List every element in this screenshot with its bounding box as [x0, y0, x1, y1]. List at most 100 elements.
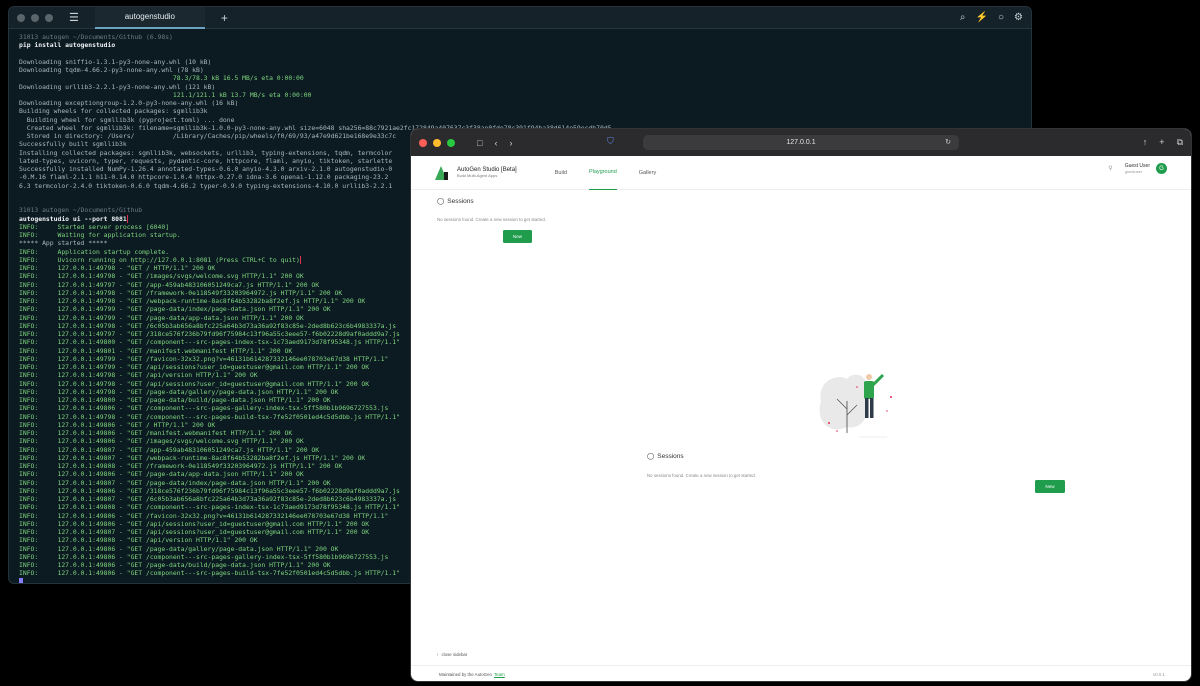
terminal-line-text: Building wheel for sgmllib3k (pyproject.…: [19, 115, 235, 124]
footer-team-link[interactable]: Team: [494, 672, 505, 677]
close-window-button[interactable]: [17, 13, 25, 22]
chevron-left-icon: ‹: [437, 652, 439, 657]
terminal-line-text: INFO: 127.0.0.1:49798 - "GET /page-data/…: [19, 387, 339, 396]
sidebar-empty-text: No sessions found. Create a new session …: [437, 217, 546, 222]
terminal-line-text: Successfully built sgmllib3k: [19, 140, 127, 149]
reload-icon[interactable]: ↻: [945, 138, 951, 146]
share-icon[interactable]: ↑: [1143, 137, 1148, 148]
minimize-window-button[interactable]: [433, 138, 441, 147]
address-bar[interactable]: 127.0.0.1: [643, 135, 959, 150]
close-sidebar-button[interactable]: ‹ close sidebar: [437, 652, 467, 657]
terminal-line: Downloading urllib3-2.2.1-py3-none-any.w…: [19, 83, 1021, 91]
chat-icon: ◯: [437, 198, 445, 205]
maximize-window-button[interactable]: [45, 13, 53, 22]
terminal-line: 121.1/121.1 kB 13.7 MB/s eta 0:00:00: [19, 91, 1021, 99]
nav-build[interactable]: Build: [555, 156, 567, 190]
terminal-line-text: INFO: 127.0.0.1:49806 - "GET /page-data/…: [19, 561, 331, 569]
user-email: guestuser: [1124, 169, 1143, 174]
terminal-line-text: INFO: 127.0.0.1:49797 - "GET /app-459ab4…: [19, 280, 320, 289]
terminal-line-text: Downloading tqdm-4.66.2-py3-none-any.whl…: [19, 66, 204, 74]
sidebar-toggle-icon[interactable]: □: [477, 138, 482, 148]
terminal-line-text: Downloading urllib3-2.2.1-py3-none-any.w…: [19, 82, 216, 91]
nav-gallery[interactable]: Gallery: [639, 156, 656, 190]
brand: AutoGen Studio [Beta] Build Multi-Agent …: [457, 167, 517, 178]
bulb-icon[interactable]: ○: [998, 12, 1004, 23]
terminal-line-text: INFO: Application startup complete.: [19, 247, 170, 256]
gear-icon[interactable]: ⚙: [1014, 12, 1023, 23]
terminal-tab[interactable]: autogenstudio: [94, 7, 205, 29]
terminal-line-text: 31013 autogen ~/Documents/Github: [19, 206, 143, 215]
main-new-session-button[interactable]: New: [1035, 480, 1065, 493]
terminal-line: Downloading sniffio-1.3.1-py3-none-any.w…: [19, 58, 1021, 66]
terminal-line-text: INFO: 127.0.0.1:49808 - "GET /framework-…: [19, 462, 343, 470]
terminal-line-text: INFO: 127.0.0.1:49798 - "GET /6c05b3ab65…: [19, 321, 397, 330]
terminal-line-text: INFO: 127.0.0.1:49807 - "GET /6c05b3ab65…: [19, 495, 397, 503]
terminal-line-text: INFO: 127.0.0.1:49800 - "GET /page-data/…: [19, 396, 331, 404]
back-icon[interactable]: ‹: [494, 138, 497, 148]
new-tab-button[interactable]: +: [221, 11, 228, 25]
terminal-line-text: INFO: 127.0.0.1:49798 - "GET /component-…: [19, 412, 400, 421]
terminal-line-text: -0.M.16 flaml-2.1.1 h11-0.14.0 httpcore-…: [19, 173, 389, 182]
brand-subtitle: Build Multi-Agent Apps: [457, 173, 498, 178]
terminal-line-text: INFO: 127.0.0.1:49798 - "GET /webpack-ru…: [19, 297, 366, 305]
forward-icon[interactable]: ›: [509, 138, 512, 148]
app-footer: Maintained by the AutoGen Team v0.0.1: [411, 665, 1191, 681]
main-empty-text: No sessions found. Create a new session …: [647, 473, 756, 478]
empty-state-illustration: [819, 373, 892, 438]
terminal-line-text: INFO: 127.0.0.1:49797 - "GET /318ce576f2…: [19, 330, 400, 338]
tab-overview-icon[interactable]: ⧉: [1177, 137, 1183, 148]
terminal-line-text: INFO: 127.0.0.1:49798 - "GET /api/sessio…: [19, 379, 370, 388]
terminal-line-text: INFO: 127.0.0.1:49798 - "GET /images/svg…: [19, 272, 304, 281]
terminal-line-text: INFO: 127.0.0.1:49806 - "GET /api/sessio…: [19, 519, 370, 528]
terminal-line-text: INFO: 127.0.0.1:49806 - "GET /favicon-32…: [19, 511, 389, 520]
maximize-window-button[interactable]: [447, 138, 455, 147]
cursor: [19, 577, 23, 583]
autogen-logo-icon[interactable]: [435, 165, 449, 180]
user-menu[interactable]: ⚲ Guest User guestuser G: [1108, 163, 1167, 174]
new-button-label: New: [1045, 484, 1055, 489]
nav-playground[interactable]: Playground: [588, 156, 617, 190]
new-tab-icon[interactable]: +: [1159, 137, 1164, 148]
main-nav: Build Playground Gallery: [555, 156, 656, 190]
terminal-line-text: INFO: 127.0.0.1:49798 - "GET / HTTP/1.1"…: [19, 264, 216, 272]
terminal-line-text: INFO: 127.0.0.1:49808 - "GET /api/versio…: [19, 536, 258, 545]
terminal-line-text: INFO: 127.0.0.1:49806 - "GET / HTTP/1.1"…: [19, 420, 216, 429]
terminal-line: Downloading exceptiongroup-1.2.0-py3-non…: [19, 99, 1021, 107]
terminal-line-text: INFO: 127.0.0.1:49806 - "GET /page-data/…: [19, 470, 304, 479]
terminal-line-text: INFO: 127.0.0.1:49798 - "GET /api/versio…: [19, 371, 258, 380]
terminal-line-text: INFO: Waiting for application startup.: [19, 231, 181, 239]
terminal-line-text: INFO: 127.0.0.1:49799 - "GET /page-data/…: [19, 313, 304, 322]
terminal-line-text: pip install autogenstudio: [19, 41, 116, 50]
terminal-line-text: INFO: 127.0.0.1:49806 - "GET /component-…: [19, 569, 400, 578]
lightning-icon[interactable]: ⚡: [976, 12, 988, 23]
terminal-line-text: INFO: 127.0.0.1:49799 - "GET /api/sessio…: [19, 363, 370, 371]
sidebar-sessions-label: Sessions: [447, 197, 474, 205]
terminal-line-text: INFO: 127.0.0.1:49806 - "GET /page-data/…: [19, 544, 339, 553]
minimize-window-button[interactable]: [31, 13, 39, 22]
terminal-line-text: Installing collected packages: sgmllib3k…: [19, 148, 393, 157]
terminal-line-text: INFO: 127.0.0.1:49806 - "GET /manifest.w…: [19, 429, 293, 437]
sidebar-new-session-button[interactable]: New: [503, 230, 532, 243]
avatar[interactable]: G: [1156, 163, 1167, 174]
close-window-button[interactable]: [419, 138, 427, 147]
terminal-toolbar: ⌕ ⚡ ○ ⚙: [960, 12, 1023, 23]
app-header: AutoGen Studio [Beta] Build Multi-Agent …: [411, 156, 1191, 190]
terminal-line: 31013 autogen ~/Documents/Github (6.98s): [19, 33, 1021, 41]
address-text: 127.0.0.1: [786, 139, 816, 146]
shield-icon[interactable]: ⛉: [607, 136, 614, 147]
terminal-line-text: 121.1/121.1 kB 13.7 MB/s eta 0:00:00: [19, 90, 312, 99]
terminal-line-text: INFO: 127.0.0.1:49799 - "GET /page-data/…: [19, 305, 331, 314]
terminal-line-text: INFO: 127.0.0.1:49806 - "GET /component-…: [19, 552, 389, 561]
terminal-line: 78.3/78.3 kB 16.5 MB/s eta 0:00:00: [19, 74, 1021, 82]
terminal-line-text: INFO: 127.0.0.1:49806 - "GET /images/svg…: [19, 437, 304, 446]
terminal-line-text: lated-types, uvicorn, typer, requests, p…: [19, 156, 393, 165]
search-icon[interactable]: ⌕: [960, 12, 966, 23]
user-icon: ⚲: [1108, 166, 1113, 172]
terminal-line: Downloading tqdm-4.66.2-py3-none-any.whl…: [19, 66, 1021, 74]
terminal-line-text: INFO: 127.0.0.1:49806 - "GET /318ce576f2…: [19, 486, 400, 495]
terminal-titlebar: ☰ autogenstudio + ⌕ ⚡ ○ ⚙: [9, 7, 1031, 29]
chat-icon: ◯: [647, 453, 655, 460]
browser-toolbar: □ ‹ › ⛉ 127.0.0.1 ↻ ↑ + ⧉: [411, 129, 1191, 156]
terminal-line-text: 78.3/78.3 kB 16.5 MB/s eta 0:00:00: [19, 74, 304, 83]
